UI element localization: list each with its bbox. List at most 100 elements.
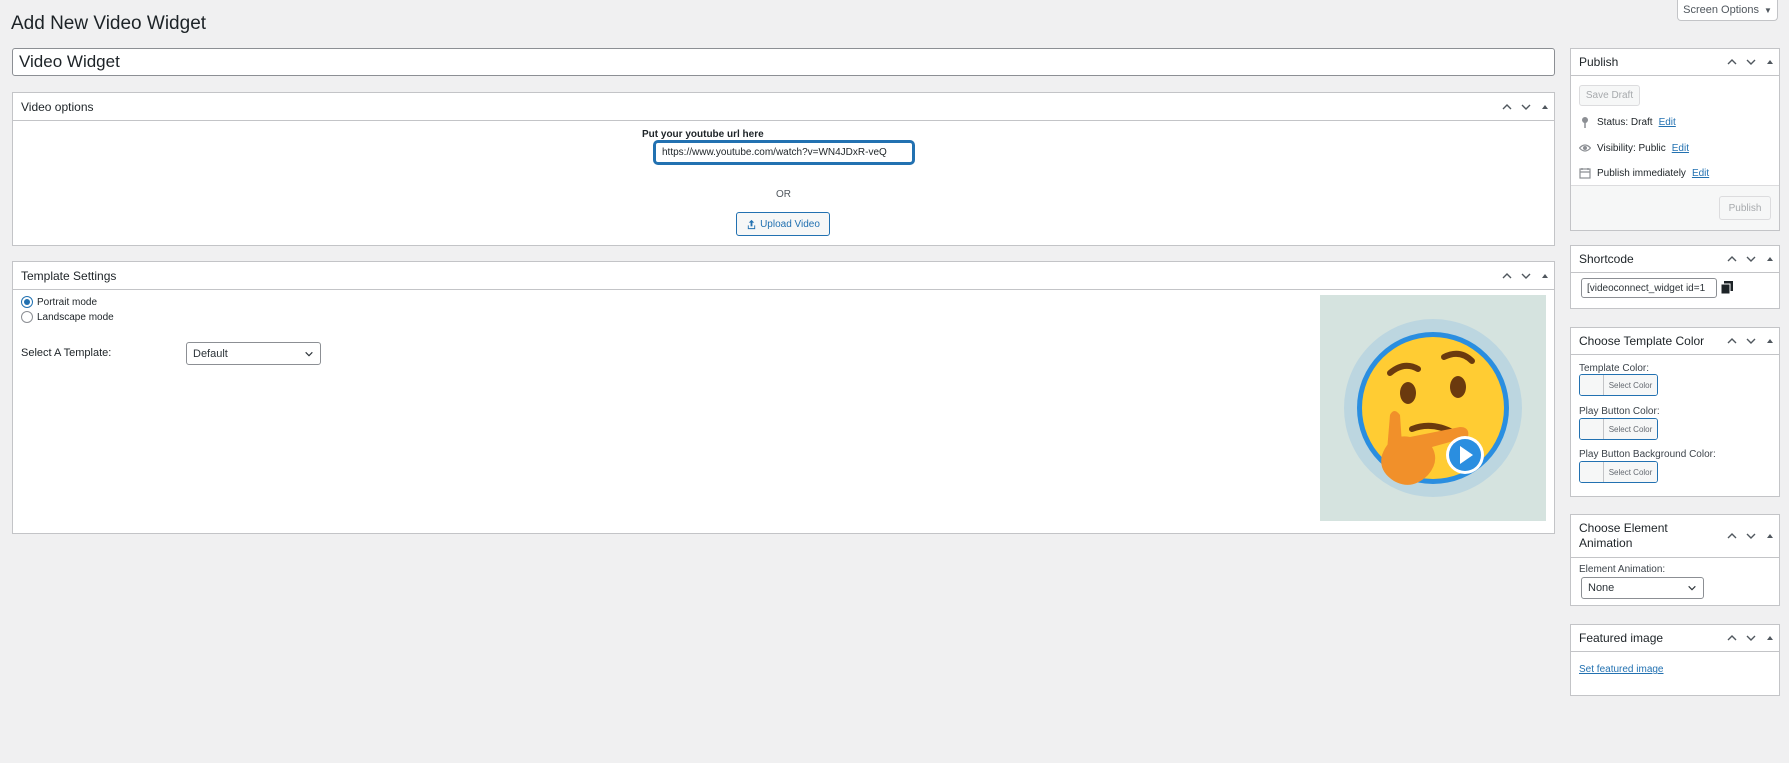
chevron-up-icon [1502, 272, 1511, 278]
element-animation-select[interactable]: None [1581, 577, 1704, 599]
color-swatch [1580, 462, 1604, 482]
template-color-header: Choose Template Color [1571, 328, 1779, 355]
template-select[interactable]: Default [186, 342, 321, 365]
template-settings-title: Template Settings [21, 268, 117, 283]
calendar-icon [1579, 168, 1591, 179]
chevron-up-icon [1502, 103, 1511, 109]
chevron-up-icon [1727, 338, 1736, 344]
triangle-up-icon [1541, 104, 1548, 109]
color-swatch [1580, 375, 1604, 395]
move-up-button[interactable] [1722, 245, 1741, 273]
triangle-up-icon [1766, 636, 1773, 640]
portrait-mode-radio[interactable] [21, 296, 33, 308]
handle-actions [1722, 328, 1779, 354]
move-down-button[interactable] [1741, 245, 1760, 273]
move-up-button[interactable] [1722, 327, 1741, 355]
edit-status-link[interactable]: Edit [1659, 117, 1676, 128]
toggle-panel-button[interactable] [1535, 93, 1554, 121]
template-select-value: Default [193, 347, 228, 360]
edit-visibility-link[interactable]: Edit [1672, 143, 1689, 154]
shortcode-header: Shortcode [1571, 246, 1779, 273]
upload-video-button[interactable]: Upload Video [736, 212, 830, 236]
shortcode-input[interactable] [1581, 278, 1717, 298]
featured-image-header: Featured image [1571, 625, 1779, 652]
chevron-up-icon [1727, 59, 1736, 65]
move-down-button[interactable] [1516, 262, 1535, 290]
chevron-down-icon [1746, 59, 1755, 65]
set-featured-image-link[interactable]: Set featured image [1579, 664, 1664, 675]
handle-actions [1497, 262, 1554, 289]
play-button-bg-color-picker[interactable]: Select Color [1579, 461, 1658, 483]
video-options-title: Video options [21, 99, 94, 114]
upload-icon [747, 219, 756, 229]
copy-icon[interactable] [1721, 281, 1733, 294]
landscape-mode-radio[interactable] [21, 311, 33, 323]
select-template-label: Select A Template: [21, 347, 112, 359]
toggle-panel-button[interactable] [1760, 624, 1779, 652]
move-down-button[interactable] [1741, 522, 1760, 550]
play-button-bg-color-label: Play Button Background Color: [1579, 449, 1716, 460]
template-color-label: Template Color: [1579, 363, 1650, 374]
screen-options-button[interactable]: Screen Options ▼ [1677, 0, 1778, 21]
thinking-emoji-play-icon [1344, 319, 1522, 497]
move-up-button[interactable] [1722, 522, 1741, 550]
chevron-down-icon [1521, 104, 1530, 110]
move-down-button[interactable] [1516, 93, 1535, 121]
move-up-button[interactable] [1497, 262, 1516, 290]
chevron-up-icon [1727, 533, 1736, 539]
video-options-header: Video options [13, 93, 1554, 121]
chevron-up-icon [1727, 635, 1736, 641]
publish-header: Publish [1571, 49, 1779, 76]
handle-actions [1722, 49, 1779, 75]
move-down-button[interactable] [1741, 48, 1760, 76]
portrait-mode-option[interactable]: Portrait mode [21, 296, 97, 308]
chevron-down-icon [305, 351, 313, 356]
triangle-up-icon [1766, 60, 1773, 64]
chevron-down-icon [1688, 585, 1696, 591]
element-animation-title-line2: Animation [1579, 536, 1633, 550]
element-animation-label: Element Animation: [1579, 564, 1666, 575]
pin-icon [1582, 117, 1588, 128]
select-color-label: Select Color [1604, 375, 1657, 395]
schedule-label: Publish immediately [1597, 167, 1686, 179]
handle-actions [1722, 515, 1779, 557]
element-animation-title: Choose Element Animation [1579, 521, 1668, 551]
caret-down-icon: ▼ [1763, 5, 1772, 15]
toggle-panel-button[interactable] [1535, 262, 1554, 290]
select-color-label: Select Color [1604, 419, 1657, 439]
element-animation-value: None [1588, 582, 1615, 594]
portrait-mode-label: Portrait mode [37, 296, 98, 308]
save-draft-button[interactable]: Save Draft [1579, 85, 1640, 106]
visibility-label: Visibility: Public [1597, 142, 1666, 154]
handle-actions [1497, 93, 1554, 120]
move-down-button[interactable] [1741, 327, 1760, 355]
publish-title: Publish [1579, 55, 1619, 69]
toggle-panel-button[interactable] [1760, 245, 1779, 273]
toggle-panel-button[interactable] [1760, 48, 1779, 76]
move-down-button[interactable] [1741, 624, 1760, 652]
edit-schedule-link[interactable]: Edit [1692, 168, 1709, 179]
chevron-down-icon [1746, 256, 1755, 262]
publish-button[interactable]: Publish [1719, 196, 1771, 220]
screen-options-label: Screen Options [1683, 4, 1759, 16]
upload-video-label: Upload Video [760, 218, 820, 230]
color-swatch [1580, 419, 1604, 439]
youtube-url-input[interactable] [654, 141, 914, 164]
landscape-mode-option[interactable]: Landscape mode [21, 311, 114, 323]
play-button-color-picker[interactable]: Select Color [1579, 418, 1658, 440]
element-animation-header: Choose Element Animation [1571, 515, 1779, 558]
template-color-picker[interactable]: Select Color [1579, 374, 1658, 396]
handle-actions [1722, 246, 1779, 272]
triangle-up-icon [1766, 534, 1773, 538]
handle-actions [1722, 625, 1779, 651]
post-title-input[interactable] [12, 48, 1555, 76]
toggle-panel-button[interactable] [1760, 522, 1779, 550]
visibility-row: Visibility: Public Edit [1579, 142, 1689, 154]
chevron-down-icon [1746, 533, 1755, 539]
move-up-button[interactable] [1497, 93, 1516, 121]
schedule-row: Publish immediately Edit [1579, 167, 1709, 179]
move-up-button[interactable] [1722, 624, 1741, 652]
move-up-button[interactable] [1722, 48, 1741, 76]
shortcode-box: Shortcode [1570, 245, 1780, 309]
toggle-panel-button[interactable] [1760, 327, 1779, 355]
